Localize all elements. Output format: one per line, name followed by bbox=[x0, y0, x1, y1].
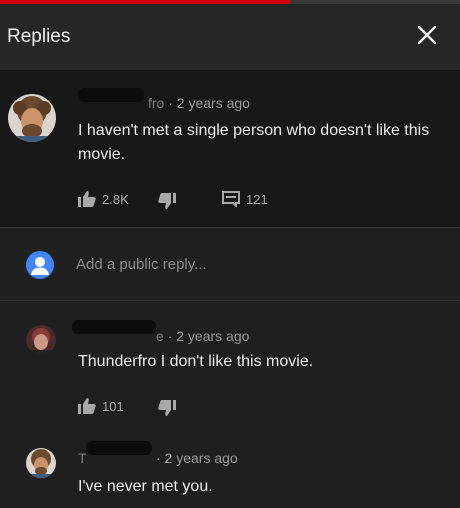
avatar[interactable] bbox=[26, 325, 56, 355]
close-icon[interactable] bbox=[416, 24, 438, 46]
thumbs-up-icon bbox=[78, 191, 96, 207]
user-avatar bbox=[26, 251, 54, 279]
avatar[interactable] bbox=[8, 94, 56, 142]
comment-timestamp: · 2 years ago bbox=[167, 328, 250, 344]
reply-count-button[interactable]: 121 bbox=[222, 191, 268, 207]
thumbs-down-icon bbox=[158, 193, 176, 209]
like-count: 2.8K bbox=[102, 191, 129, 207]
comment-timestamp: · 2 years ago bbox=[156, 450, 238, 466]
author-partial: T bbox=[78, 450, 87, 466]
dislike-button[interactable] bbox=[158, 400, 182, 416]
like-button[interactable]: 2.8K bbox=[78, 191, 129, 207]
reply-input[interactable]: Add a public reply... bbox=[76, 256, 207, 273]
author-partial: e bbox=[156, 328, 164, 344]
comment-text: I've never met you. bbox=[78, 478, 213, 495]
add-reply-row: Add a public reply... bbox=[0, 228, 460, 300]
thumbs-up-icon bbox=[78, 398, 96, 414]
redacted-username bbox=[72, 320, 156, 334]
redacted-username bbox=[78, 88, 144, 102]
comment-meta: fro · 2 years ago bbox=[148, 95, 250, 111]
main-comment: fro · 2 years ago I haven't met a single… bbox=[0, 71, 460, 227]
comment-timestamp: · 2 years ago bbox=[168, 95, 250, 111]
comment-meta: T bbox=[78, 450, 87, 466]
comment-text: I haven't met a single person who doesn'… bbox=[78, 122, 430, 163]
redacted-username bbox=[86, 441, 152, 455]
replies-header: Replies bbox=[0, 4, 460, 71]
author-partial: fro bbox=[148, 95, 165, 111]
avatar[interactable] bbox=[26, 448, 56, 478]
comment-meta: e · 2 years ago bbox=[156, 328, 249, 344]
divider bbox=[0, 300, 460, 301]
dislike-button[interactable] bbox=[158, 193, 182, 209]
thumbs-down-icon bbox=[158, 400, 176, 416]
comment-icon bbox=[222, 191, 240, 207]
reply-count: 121 bbox=[246, 191, 268, 207]
like-count: 101 bbox=[102, 398, 124, 414]
page-title: Replies bbox=[7, 26, 71, 47]
like-button[interactable]: 101 bbox=[78, 398, 124, 414]
comment-text: Thunderfro I don't like this movie. bbox=[78, 353, 314, 370]
